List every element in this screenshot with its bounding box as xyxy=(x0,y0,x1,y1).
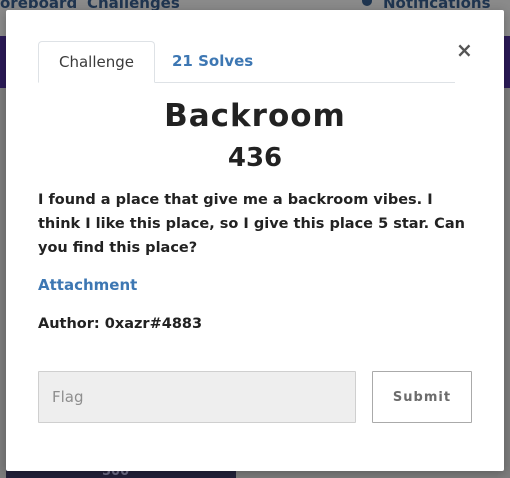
challenge-title: Backroom xyxy=(164,98,346,134)
tab-challenge[interactable]: Challenge xyxy=(38,41,155,83)
tab-solves[interactable]: 21 Solves xyxy=(172,41,253,82)
close-icon[interactable]: × xyxy=(456,40,473,60)
bell-icon xyxy=(362,0,372,6)
attachment-link[interactable]: Attachment xyxy=(38,276,137,294)
submit-button[interactable]: Submit xyxy=(372,371,472,423)
challenge-description: I found a place that give me a backroom … xyxy=(38,192,465,256)
modal-tabs: Challenge 21 Solves xyxy=(38,41,455,83)
challenge-points: 436 xyxy=(227,143,283,173)
challenge-author: Author: 0xazr#4883 xyxy=(38,316,203,332)
flag-input[interactable] xyxy=(38,371,356,423)
challenge-modal: × Challenge 21 Solves Backroom 436 I fou… xyxy=(6,10,504,471)
